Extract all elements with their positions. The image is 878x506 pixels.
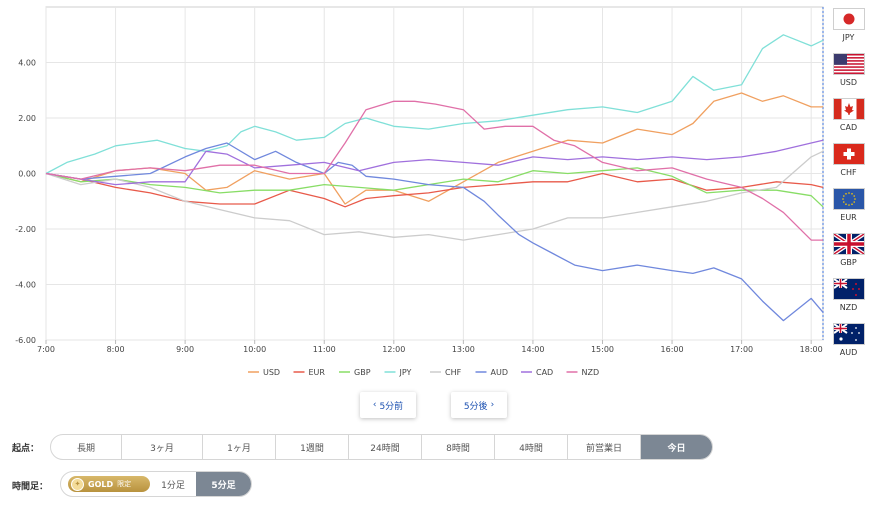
y-tick-label: -2.00: [15, 225, 36, 234]
x-tick-label: 10:00: [243, 345, 266, 354]
usa-flag-icon: [832, 53, 865, 75]
gold-coin-icon: ✦: [71, 477, 84, 491]
prev-5min-label: 5分前: [379, 401, 404, 412]
x-tick-label: 13:00: [452, 345, 475, 354]
x-tick-label: 15:00: [591, 345, 614, 354]
start-option-previous-business-day[interactable]: 前営業日: [567, 435, 640, 459]
x-tick-label: 12:00: [382, 345, 405, 354]
timeframe-label: 時間足：: [12, 482, 49, 492]
gold-limited-badge: ✦ GOLD 限定: [68, 476, 150, 492]
start-option-8-hours[interactable]: 8時間: [421, 435, 494, 459]
currency-toggle-gbp[interactable]: GBP: [832, 233, 865, 267]
x-tick-label: 18:00: [800, 345, 823, 354]
x-tick-label: 16:00: [661, 345, 684, 354]
timeframe-selector: ✦ GOLD 限定 1分足 5分足: [60, 471, 252, 497]
uk-flag-icon: [832, 233, 865, 255]
currency-code-label: USD: [839, 78, 858, 87]
legend-label-usd: USD: [263, 368, 280, 377]
start-point-selector: 長期 3ヶ月 1ヶ月 1週間 24時間 8時間 4時間 前営業日 今日: [50, 434, 713, 460]
start-option-4-hours[interactable]: 4時間: [494, 435, 567, 459]
switzerland-flag-icon: [832, 143, 865, 165]
currency-code-label: NZD: [839, 303, 858, 312]
currency-strength-chart: 4.00 2.00 0.00 -2.00 -4.00 -6.007:00 8:00 9:00 1…: [15, 6, 824, 377]
y-tick-label: 0.00: [18, 170, 36, 179]
gold-label: GOLD: [88, 479, 114, 489]
x-tick-label: 11:00: [313, 345, 336, 354]
start-point-label: 起点：: [12, 444, 40, 454]
chevron-right-icon: ›: [490, 400, 495, 410]
y-tick-label: -6.00: [15, 336, 36, 345]
legend-label-jpy: JPY: [399, 368, 412, 377]
currency-toggle-eur[interactable]: EUR: [832, 188, 865, 222]
currency-toggle-usd[interactable]: USD: [832, 53, 865, 87]
currency-code-label: GBP: [840, 258, 857, 267]
currency-toggle-aud[interactable]: AUD: [832, 323, 865, 357]
legend-label-eur: EUR: [309, 368, 326, 377]
y-tick-label: 4.00: [18, 59, 36, 68]
x-tick-label: 8:00: [107, 345, 125, 354]
currency-code-label: JPY: [842, 33, 855, 42]
currency-code-label: CAD: [839, 123, 858, 132]
start-option-long-term[interactable]: 長期: [51, 435, 121, 459]
japan-flag-icon: [832, 8, 865, 30]
start-option-24-hours[interactable]: 24時間: [348, 435, 421, 459]
currency-code-label: AUD: [839, 348, 858, 357]
x-tick-label: 14:00: [521, 345, 544, 354]
start-option-1-week[interactable]: 1週間: [275, 435, 348, 459]
legend-label-gbp: GBP: [354, 368, 371, 377]
currency-toggle-chf[interactable]: CHF: [832, 143, 865, 177]
x-tick-label: 7:00: [37, 345, 55, 354]
currency-code-label: EUR: [840, 213, 857, 222]
new-zealand-flag-icon: [832, 278, 865, 300]
x-tick-label: 9:00: [176, 345, 194, 354]
australia-flag-icon: [832, 323, 865, 345]
x-tick-label: 17:00: [730, 345, 753, 354]
chevron-left-icon: ‹: [372, 400, 377, 410]
legend-label-chf: CHF: [445, 368, 462, 377]
legend-label-nzd: NZD: [582, 368, 600, 377]
canada-flag-icon: [832, 98, 865, 120]
next-5min-label: 5分後: [463, 401, 488, 412]
y-tick-label: 2.00: [18, 114, 36, 123]
prev-5min-button[interactable]: ‹ 5分前: [360, 392, 416, 418]
start-option-3-months[interactable]: 3ヶ月: [121, 435, 202, 459]
timeframe-5min-button[interactable]: 5分足: [196, 472, 251, 496]
currency-toggle-jpy[interactable]: JPY: [832, 8, 865, 42]
legend-label-aud: AUD: [491, 368, 509, 377]
next-5min-button[interactable]: 5分後 ›: [451, 392, 507, 418]
legend-label-cad: CAD: [536, 368, 553, 377]
start-option-today[interactable]: 今日: [640, 435, 712, 459]
eu-flag-icon: [832, 188, 865, 210]
timeframe-1min-button[interactable]: 1分足: [150, 478, 196, 491]
gold-limited-label: 限定: [117, 480, 132, 488]
start-option-1-month[interactable]: 1ヶ月: [202, 435, 275, 459]
currency-code-label: CHF: [840, 168, 857, 177]
currency-toggle-nzd[interactable]: NZD: [832, 278, 865, 312]
y-tick-label: -4.00: [15, 281, 36, 290]
currency-toggle-cad[interactable]: CAD: [832, 98, 865, 132]
